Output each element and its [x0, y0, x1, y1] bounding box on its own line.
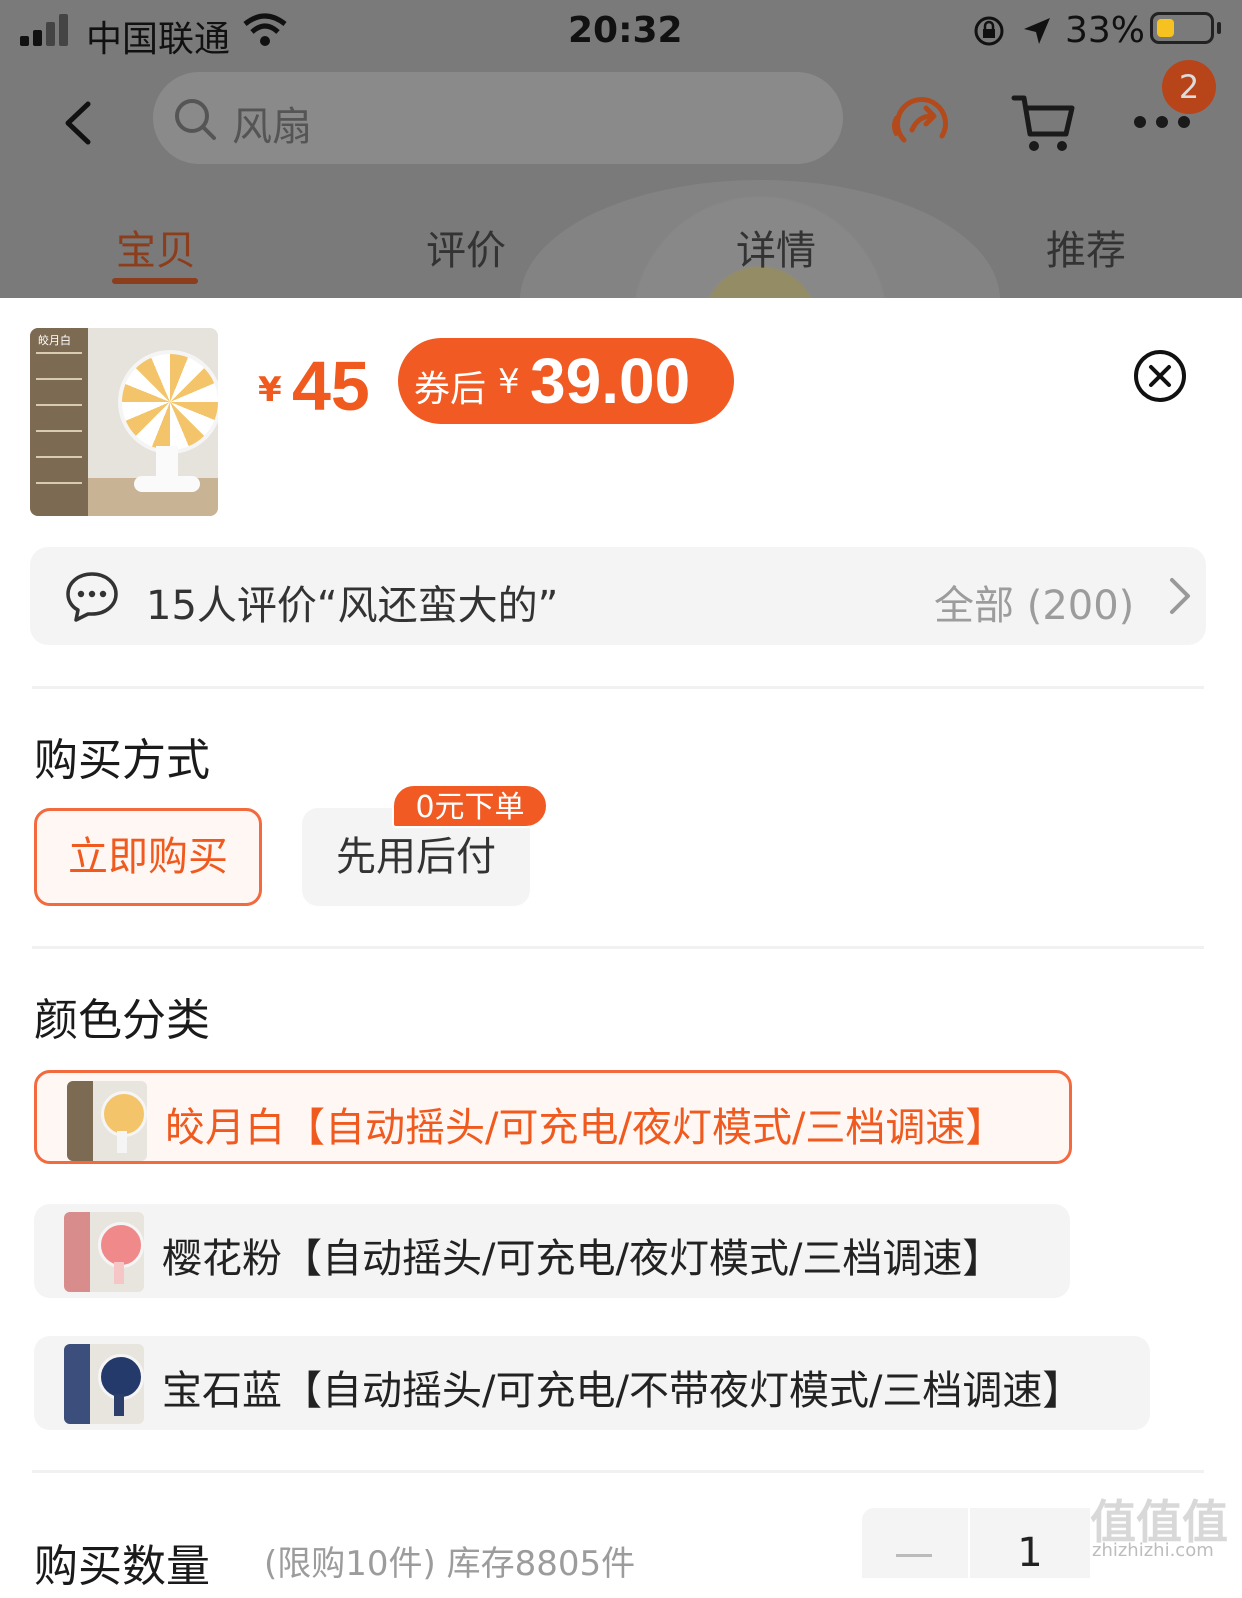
- price: 45: [292, 347, 370, 425]
- active-tab-indicator: [112, 278, 198, 284]
- option-thumbnail: [64, 1344, 144, 1424]
- tab-recommend[interactable]: 推荐: [1046, 218, 1126, 276]
- status-bar: 中国联通 20:32 33%: [0, 0, 1242, 64]
- color-option-white[interactable]: 皎月白【自动摇头/可充电/夜灯模式/三档调速】: [34, 1070, 1072, 1164]
- color-option-pink[interactable]: 樱花粉【自动摇头/可充电/夜灯模式/三档调速】: [34, 1204, 1070, 1298]
- color-option-blue[interactable]: 宝石蓝【自动摇头/可充电/不带夜灯模式/三档调速】: [34, 1336, 1150, 1430]
- divider: [32, 686, 1204, 689]
- more-icon[interactable]: [1130, 112, 1194, 132]
- quantity-limit-text: (限购10件) 库存8805件: [264, 1544, 636, 1584]
- color-option-label: 皎月白【自动摇头/可充电/夜灯模式/三档调速】: [165, 1105, 1006, 1151]
- wifi-icon: [243, 13, 287, 46]
- review-all-link[interactable]: 全部 (200): [934, 573, 1134, 631]
- chevron-right-icon: [1170, 578, 1190, 614]
- zero-down-badge: 0元下单: [392, 784, 548, 828]
- signal-icon: [20, 14, 72, 46]
- coupon-price-pill: 券后 ¥ 39.00: [398, 338, 734, 424]
- battery-tip: [1217, 22, 1221, 34]
- divider: [32, 946, 1204, 949]
- buy-now-option[interactable]: 立即购买: [34, 808, 262, 906]
- tab-reviews[interactable]: 评价: [426, 218, 506, 276]
- coupon-currency: ¥: [498, 362, 520, 402]
- search-icon: [175, 99, 216, 140]
- coupon-label: 券后: [414, 369, 487, 410]
- color-category-title: 颜色分类: [34, 995, 210, 1046]
- message-count-badge: 2: [1162, 60, 1216, 114]
- cart-icon[interactable]: [1010, 92, 1076, 154]
- purchase-method-title: 购买方式: [34, 735, 210, 786]
- currency-symbol: ¥: [258, 370, 282, 410]
- watermark-url: zhizhizhi.com: [1092, 1540, 1214, 1561]
- option-thumbnail: [64, 1212, 144, 1292]
- minus-icon: [896, 1554, 932, 1557]
- close-icon[interactable]: [1132, 348, 1188, 404]
- location-arrow-icon: [1024, 18, 1050, 44]
- orientation-lock-icon: [974, 16, 1004, 46]
- search-query: 风扇: [232, 104, 312, 150]
- battery-icon: [1150, 12, 1214, 44]
- coupon-price: 39.00: [530, 345, 691, 417]
- thumbnail-caption: 皎月白: [38, 334, 71, 347]
- review-summary-text: 15人评价“风还蛮大的”: [146, 583, 559, 629]
- quantity-title: 购买数量: [34, 1541, 210, 1592]
- battery-percent: 33%: [1065, 10, 1146, 51]
- comment-icon: [66, 572, 118, 622]
- clock: 20:32: [568, 10, 683, 51]
- back-arrow-icon[interactable]: [58, 98, 98, 148]
- color-option-label: 宝石蓝【自动摇头/可充电/不带夜灯模式/三档调速】: [162, 1368, 1083, 1414]
- tab-details[interactable]: 详情: [736, 218, 816, 276]
- option-thumbnail: [67, 1081, 147, 1161]
- quantity-value[interactable]: 1: [970, 1508, 1090, 1578]
- divider: [32, 1470, 1204, 1473]
- product-thumbnail[interactable]: 皎月白: [30, 328, 218, 516]
- carrier-name: 中国联通: [86, 19, 231, 60]
- color-option-label: 樱花粉【自动摇头/可充电/夜灯模式/三档调速】: [162, 1236, 1003, 1282]
- quantity-decrease-button[interactable]: [862, 1508, 968, 1578]
- share-icon[interactable]: [890, 92, 954, 154]
- tab-item[interactable]: 宝贝: [116, 218, 196, 276]
